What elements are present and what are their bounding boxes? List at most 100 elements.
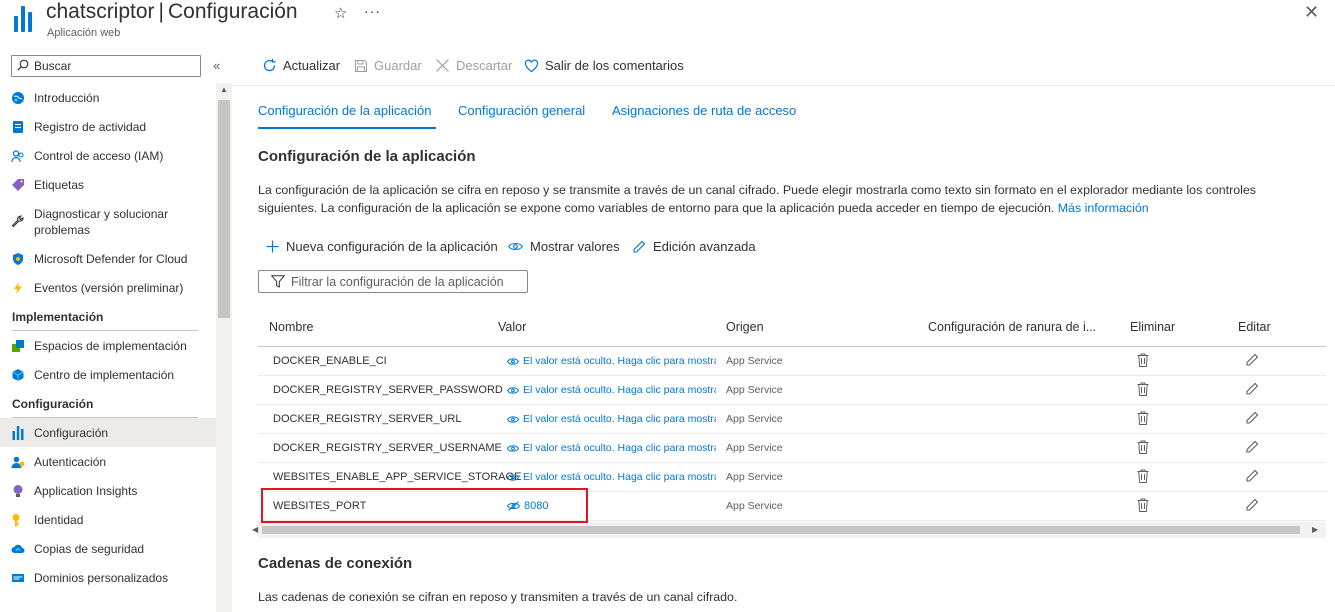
filter-box[interactable] xyxy=(258,270,528,293)
setting-value-hidden[interactable]: El valor está oculto. Haga clic para mos… xyxy=(507,442,716,454)
sidebar-search-input[interactable] xyxy=(34,58,194,74)
setting-origin: App Service xyxy=(726,413,783,425)
eye-icon xyxy=(507,444,519,453)
app-config-logo-icon xyxy=(14,6,36,32)
edit-pencil-icon[interactable] xyxy=(1245,353,1259,370)
tab-app-settings[interactable]: Configuración de la aplicación xyxy=(258,103,431,118)
setting-value-hidden[interactable]: El valor está oculto. Haga clic para mos… xyxy=(507,355,716,367)
app-settings-title: Configuración de la aplicación xyxy=(258,148,476,165)
more-options-icon[interactable]: ··· xyxy=(364,3,381,19)
column-header-slot-setting[interactable]: Configuración de ranura de i... xyxy=(928,320,1096,334)
sidebar-item-tags[interactable]: Etiquetas xyxy=(0,170,216,199)
save-label: Guardar xyxy=(374,58,422,73)
connection-strings-description: Las cadenas de conexión se cifran en rep… xyxy=(258,590,738,604)
sidebar-nav: Introducción Registro de actividad Contr… xyxy=(0,83,216,592)
setting-value-text: El valor está oculto. Haga clic para mos… xyxy=(523,471,716,483)
eye-icon xyxy=(507,357,519,366)
cube-icon xyxy=(11,368,25,382)
table-scroll-thumb[interactable] xyxy=(262,526,1300,534)
delete-trash-icon[interactable] xyxy=(1137,353,1149,370)
filter-funnel-icon xyxy=(271,275,285,288)
plus-icon xyxy=(266,240,279,253)
scroll-right-arrow-icon[interactable]: ▶ xyxy=(1312,525,1318,534)
scroll-left-arrow-icon[interactable]: ◀ xyxy=(252,525,258,534)
tab-general-settings[interactable]: Configuración general xyxy=(458,103,585,118)
edit-pencil-icon[interactable] xyxy=(1245,440,1259,457)
setting-value-hidden[interactable]: El valor está oculto. Haga clic para mos… xyxy=(507,471,716,483)
edit-pencil-icon[interactable] xyxy=(1245,469,1259,486)
sidebar-item-deployment-center[interactable]: Centro de implementación xyxy=(0,360,216,389)
delete-trash-icon[interactable] xyxy=(1137,469,1149,486)
column-header-delete: Eliminar xyxy=(1130,320,1176,334)
lightning-icon xyxy=(11,281,25,295)
sidebar-item-activity-log[interactable]: Registro de actividad xyxy=(0,112,216,141)
heart-icon xyxy=(524,59,539,73)
globe-icon xyxy=(11,91,25,105)
new-setting-button[interactable]: Nueva configuración de la aplicación xyxy=(266,239,498,254)
scroll-up-arrow-icon[interactable]: ▲ xyxy=(220,85,228,94)
setting-origin: App Service xyxy=(726,500,783,512)
column-header-origin[interactable]: Origen xyxy=(726,320,764,334)
table-horizontal-scrollbar[interactable]: ◀ ▶ xyxy=(252,522,1326,538)
advanced-edit-button[interactable]: Edición avanzada xyxy=(632,239,756,254)
sidebar-item-authentication[interactable]: Autenticación xyxy=(0,447,216,476)
sidebar-item-deployment-slots[interactable]: Espacios de implementación xyxy=(0,331,216,360)
sidebar-item-app-insights[interactable]: Application Insights xyxy=(0,476,216,505)
edit-pencil-icon[interactable] xyxy=(1245,382,1259,399)
discard-button[interactable]: Descartar xyxy=(435,58,512,73)
advanced-edit-label: Edición avanzada xyxy=(653,239,756,254)
sidebar-item-configuration[interactable]: Configuración xyxy=(0,418,216,447)
sidebar-item-label: Centro de implementación xyxy=(34,367,175,382)
sidebar-item-backups[interactable]: Copias de seguridad xyxy=(0,534,216,563)
setting-value-text: El valor está oculto. Haga clic para mos… xyxy=(523,355,716,367)
sidebar-item-diagnose[interactable]: Diagnosticar y solucionar problemas xyxy=(0,199,216,244)
cloud-backup-icon xyxy=(11,542,25,556)
setting-name: WEBSITES_ENABLE_APP_SERVICE_STORAGE xyxy=(273,471,522,483)
shield-icon xyxy=(11,252,25,266)
sidebar-item-overview[interactable]: Introducción xyxy=(0,83,216,112)
column-header-value[interactable]: Valor xyxy=(498,320,526,334)
sidebar-scrollbar[interactable]: ▲ xyxy=(216,83,232,612)
save-button[interactable]: Guardar xyxy=(354,58,422,73)
setting-value-hidden[interactable]: El valor está oculto. Haga clic para mos… xyxy=(507,413,716,425)
learn-more-link[interactable]: Más información xyxy=(1058,201,1149,215)
eye-icon xyxy=(508,241,523,252)
sidebar-search[interactable] xyxy=(11,55,201,77)
feedback-button[interactable]: Salir de los comentarios xyxy=(524,58,684,73)
refresh-button[interactable]: Actualizar xyxy=(262,58,340,73)
filter-input[interactable] xyxy=(291,274,521,290)
setting-value-hidden[interactable]: El valor está oculto. Haga clic para mos… xyxy=(507,384,716,396)
config-bars-icon xyxy=(11,425,25,440)
delete-trash-icon[interactable] xyxy=(1137,382,1149,399)
tab-path-mappings[interactable]: Asignaciones de ruta de acceso xyxy=(612,103,796,118)
sidebar-item-label: Eventos (versión preliminar) xyxy=(34,280,184,295)
close-icon[interactable]: ✕ xyxy=(1304,2,1319,23)
sidebar-item-identity[interactable]: Identidad xyxy=(0,505,216,534)
search-icon xyxy=(17,59,29,71)
page-title: chatscriptor | Configuración xyxy=(46,0,298,24)
sidebar-scroll-thumb[interactable] xyxy=(218,100,230,318)
favorite-star-icon[interactable]: ☆ xyxy=(334,4,347,22)
table-row: DOCKER_REGISTRY_SERVER_USERNAME El valor… xyxy=(258,434,1326,463)
delete-trash-icon[interactable] xyxy=(1137,440,1149,457)
setting-name: DOCKER_REGISTRY_SERVER_USERNAME xyxy=(273,442,502,454)
activity-log-icon xyxy=(11,120,25,134)
new-setting-label: Nueva configuración de la aplicación xyxy=(286,239,498,254)
sidebar-item-label: Microsoft Defender for Cloud xyxy=(34,251,188,266)
sidebar-item-label: Configuración xyxy=(34,425,109,440)
edit-pencil-icon[interactable] xyxy=(1245,498,1259,515)
delete-trash-icon[interactable] xyxy=(1137,498,1149,515)
sidebar-item-custom-domains[interactable]: Dominios personalizados xyxy=(0,563,216,592)
connection-strings-title: Cadenas de conexión xyxy=(258,555,413,572)
delete-trash-icon[interactable] xyxy=(1137,411,1149,428)
show-values-button[interactable]: Mostrar valores xyxy=(508,239,620,254)
edit-pencil-icon[interactable] xyxy=(1245,411,1259,428)
eye-icon xyxy=(507,473,519,482)
column-header-name[interactable]: Nombre xyxy=(269,320,313,334)
domain-icon xyxy=(11,571,25,585)
collapse-sidebar-icon[interactable]: « xyxy=(213,58,220,73)
setting-value-text: El valor está oculto. Haga clic para mos… xyxy=(523,413,716,425)
sidebar-item-events[interactable]: Eventos (versión preliminar) xyxy=(0,273,216,302)
sidebar-item-defender[interactable]: Microsoft Defender for Cloud xyxy=(0,244,216,273)
sidebar-item-iam[interactable]: Control de acceso (IAM) xyxy=(0,141,216,170)
